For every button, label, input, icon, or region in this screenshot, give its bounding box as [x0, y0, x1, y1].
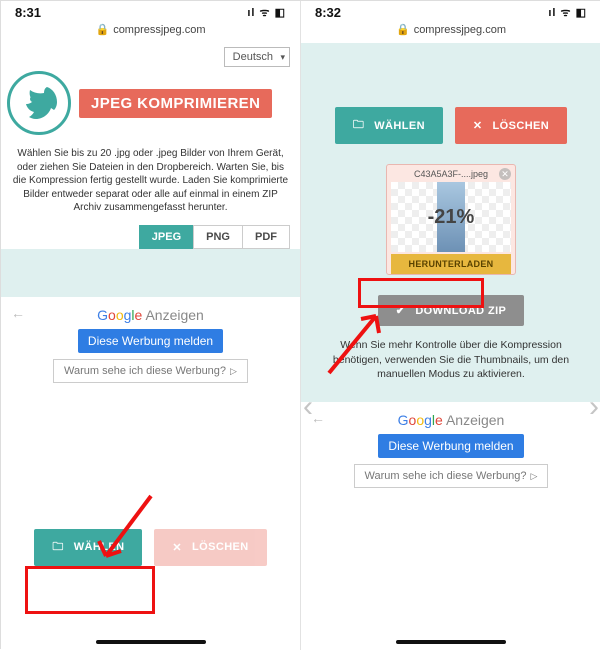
back-icon[interactable]: ← [311, 410, 325, 426]
status-bar: 8:31 ıl ᯤ ◧ [1, 1, 300, 23]
url-text: compressjpeg.com [414, 24, 506, 36]
thumb-close-icon[interactable]: ✕ [499, 168, 511, 180]
folder-icon: 🗀 [52, 538, 63, 557]
home-indicator[interactable] [96, 640, 206, 644]
status-icons: ıl ᯤ ◧ [247, 5, 286, 20]
download-button[interactable]: HERUNTERLADEN [391, 254, 511, 274]
folder-icon: 🗀 [353, 116, 364, 135]
url-text: compressjpeg.com [113, 24, 205, 36]
ad-heading: Google Anzeigen [301, 412, 600, 428]
compression-pct: -21% [428, 206, 475, 229]
close-icon: ✕ [473, 119, 483, 132]
ad-why-button[interactable]: Warum sehe ich diese Werbung?▷ [53, 359, 248, 383]
ad-why-button[interactable]: Warum sehe ich diese Werbung?▷ [354, 464, 549, 488]
play-icon: ▷ [230, 366, 237, 376]
intro-text: Wählen Sie bis zu 20 .jpg oder .jpeg Bil… [1, 141, 300, 225]
lock-icon: 🔒 [396, 24, 410, 36]
choose-button[interactable]: 🗀 WÄHLEN [335, 107, 443, 144]
ad-block: ← Google Anzeigen Diese Werbung melden W… [301, 402, 600, 500]
manual-mode-note: Wenn Sie mehr Kontrolle über die Kompres… [301, 338, 600, 392]
dropzone[interactable] [1, 249, 300, 297]
clear-button[interactable]: ✕ LÖSCHEN [455, 107, 567, 144]
clock: 8:32 [315, 5, 341, 20]
thumb-filename: C43A5A3F-....jpeg [391, 169, 511, 182]
language-value: Deutsch [233, 51, 273, 63]
choose-button[interactable]: 🗀 WÄHLEN [34, 529, 142, 566]
site-title: JPEG KOMPRIMIEREN [79, 89, 272, 118]
choose-label: WÄHLEN [374, 120, 425, 132]
clear-button[interactable]: ✕ LÖSCHEN [154, 529, 266, 566]
phone-right: 8:32 ıl ᯤ ◧ 🔒 compressjpeg.com 🗀 WÄHLEN ✕… [301, 1, 600, 650]
status-bar: 8:32 ıl ᯤ ◧ [301, 1, 600, 23]
annotation-box-download [358, 278, 484, 308]
chevron-down-icon: ▾ [280, 52, 285, 63]
close-icon: ✕ [172, 541, 182, 554]
status-icons: ıl ᯤ ◧ [548, 5, 587, 20]
annotation-box-choose [25, 566, 155, 614]
address-bar[interactable]: 🔒 compressjpeg.com [301, 23, 600, 43]
home-indicator[interactable] [396, 640, 506, 644]
clock: 8:31 [15, 5, 41, 20]
language-select[interactable]: Deutsch ▾ [224, 47, 290, 67]
site-logo [7, 71, 71, 135]
clear-label: LÖSCHEN [493, 120, 550, 132]
ad-report-button[interactable]: Diese Werbung melden [378, 434, 523, 458]
result-thumbnail[interactable]: C43A5A3F-....jpeg ✕ -21% HERUNTERLADEN [386, 164, 516, 275]
back-icon[interactable]: ← [11, 305, 25, 321]
tab-png[interactable]: PNG [193, 225, 243, 249]
phone-left: 8:31 ıl ᯤ ◧ 🔒compressjpeg.com Deutsch ▾ … [1, 1, 301, 650]
choose-label: WÄHLEN [74, 541, 125, 553]
format-tabs: JPEG PNG PDF [1, 225, 300, 249]
ad-report-button[interactable]: Diese Werbung melden [78, 329, 223, 353]
ad-block: ← Google Anzeigen Diese Werbung melden W… [1, 297, 300, 395]
ad-heading: Google Anzeigen [1, 307, 300, 323]
tab-pdf[interactable]: PDF [242, 225, 290, 249]
clear-label: LÖSCHEN [192, 541, 249, 553]
thumb-preview: -21% [391, 182, 511, 252]
address-bar[interactable]: 🔒 compressjpeg.com [1, 23, 300, 43]
lock-icon: 🔒 [95, 24, 109, 36]
play-icon: ▷ [531, 471, 538, 481]
tab-jpeg[interactable]: JPEG [139, 225, 194, 249]
